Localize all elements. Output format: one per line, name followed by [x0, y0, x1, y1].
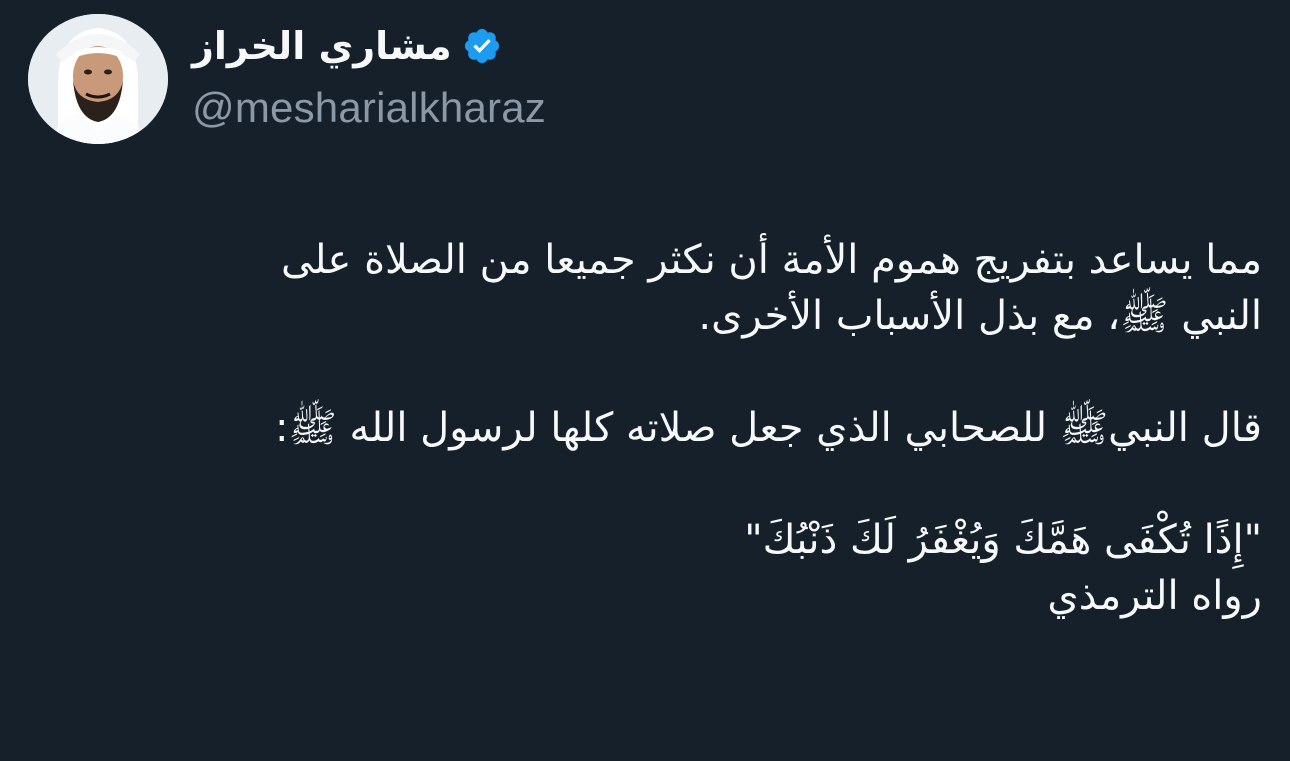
tweet-text: مما يساعد بتفريج هموم الأمة أن نكثر جميع…	[40, 232, 1262, 624]
display-name[interactable]: مشاري الخراز	[192, 24, 452, 68]
tweet-paragraph-1: مما يساعد بتفريج هموم الأمة أن نكثر جميع…	[280, 237, 1262, 339]
tweet-source: رواه الترمذي	[1047, 573, 1262, 619]
tweet-paragraph-2: قال النبيﷺ للصحابي الذي جعل صلاته كلها ل…	[274, 405, 1262, 451]
user-handle[interactable]: @mesharialkharaz	[192, 84, 546, 132]
tweet-quote: "إِذًا تُكْفَى هَمَّكَ وَيُغْفَرُ لَكَ ذ…	[744, 517, 1262, 563]
name-row: مشاري الخراز	[192, 18, 546, 74]
verified-badge-icon[interactable]	[462, 26, 502, 66]
avatar[interactable]	[28, 14, 168, 144]
tweet-header: مشاري الخراز @mesharialkharaz	[28, 14, 1262, 146]
user-info: مشاري الخراز @mesharialkharaz	[192, 18, 546, 132]
